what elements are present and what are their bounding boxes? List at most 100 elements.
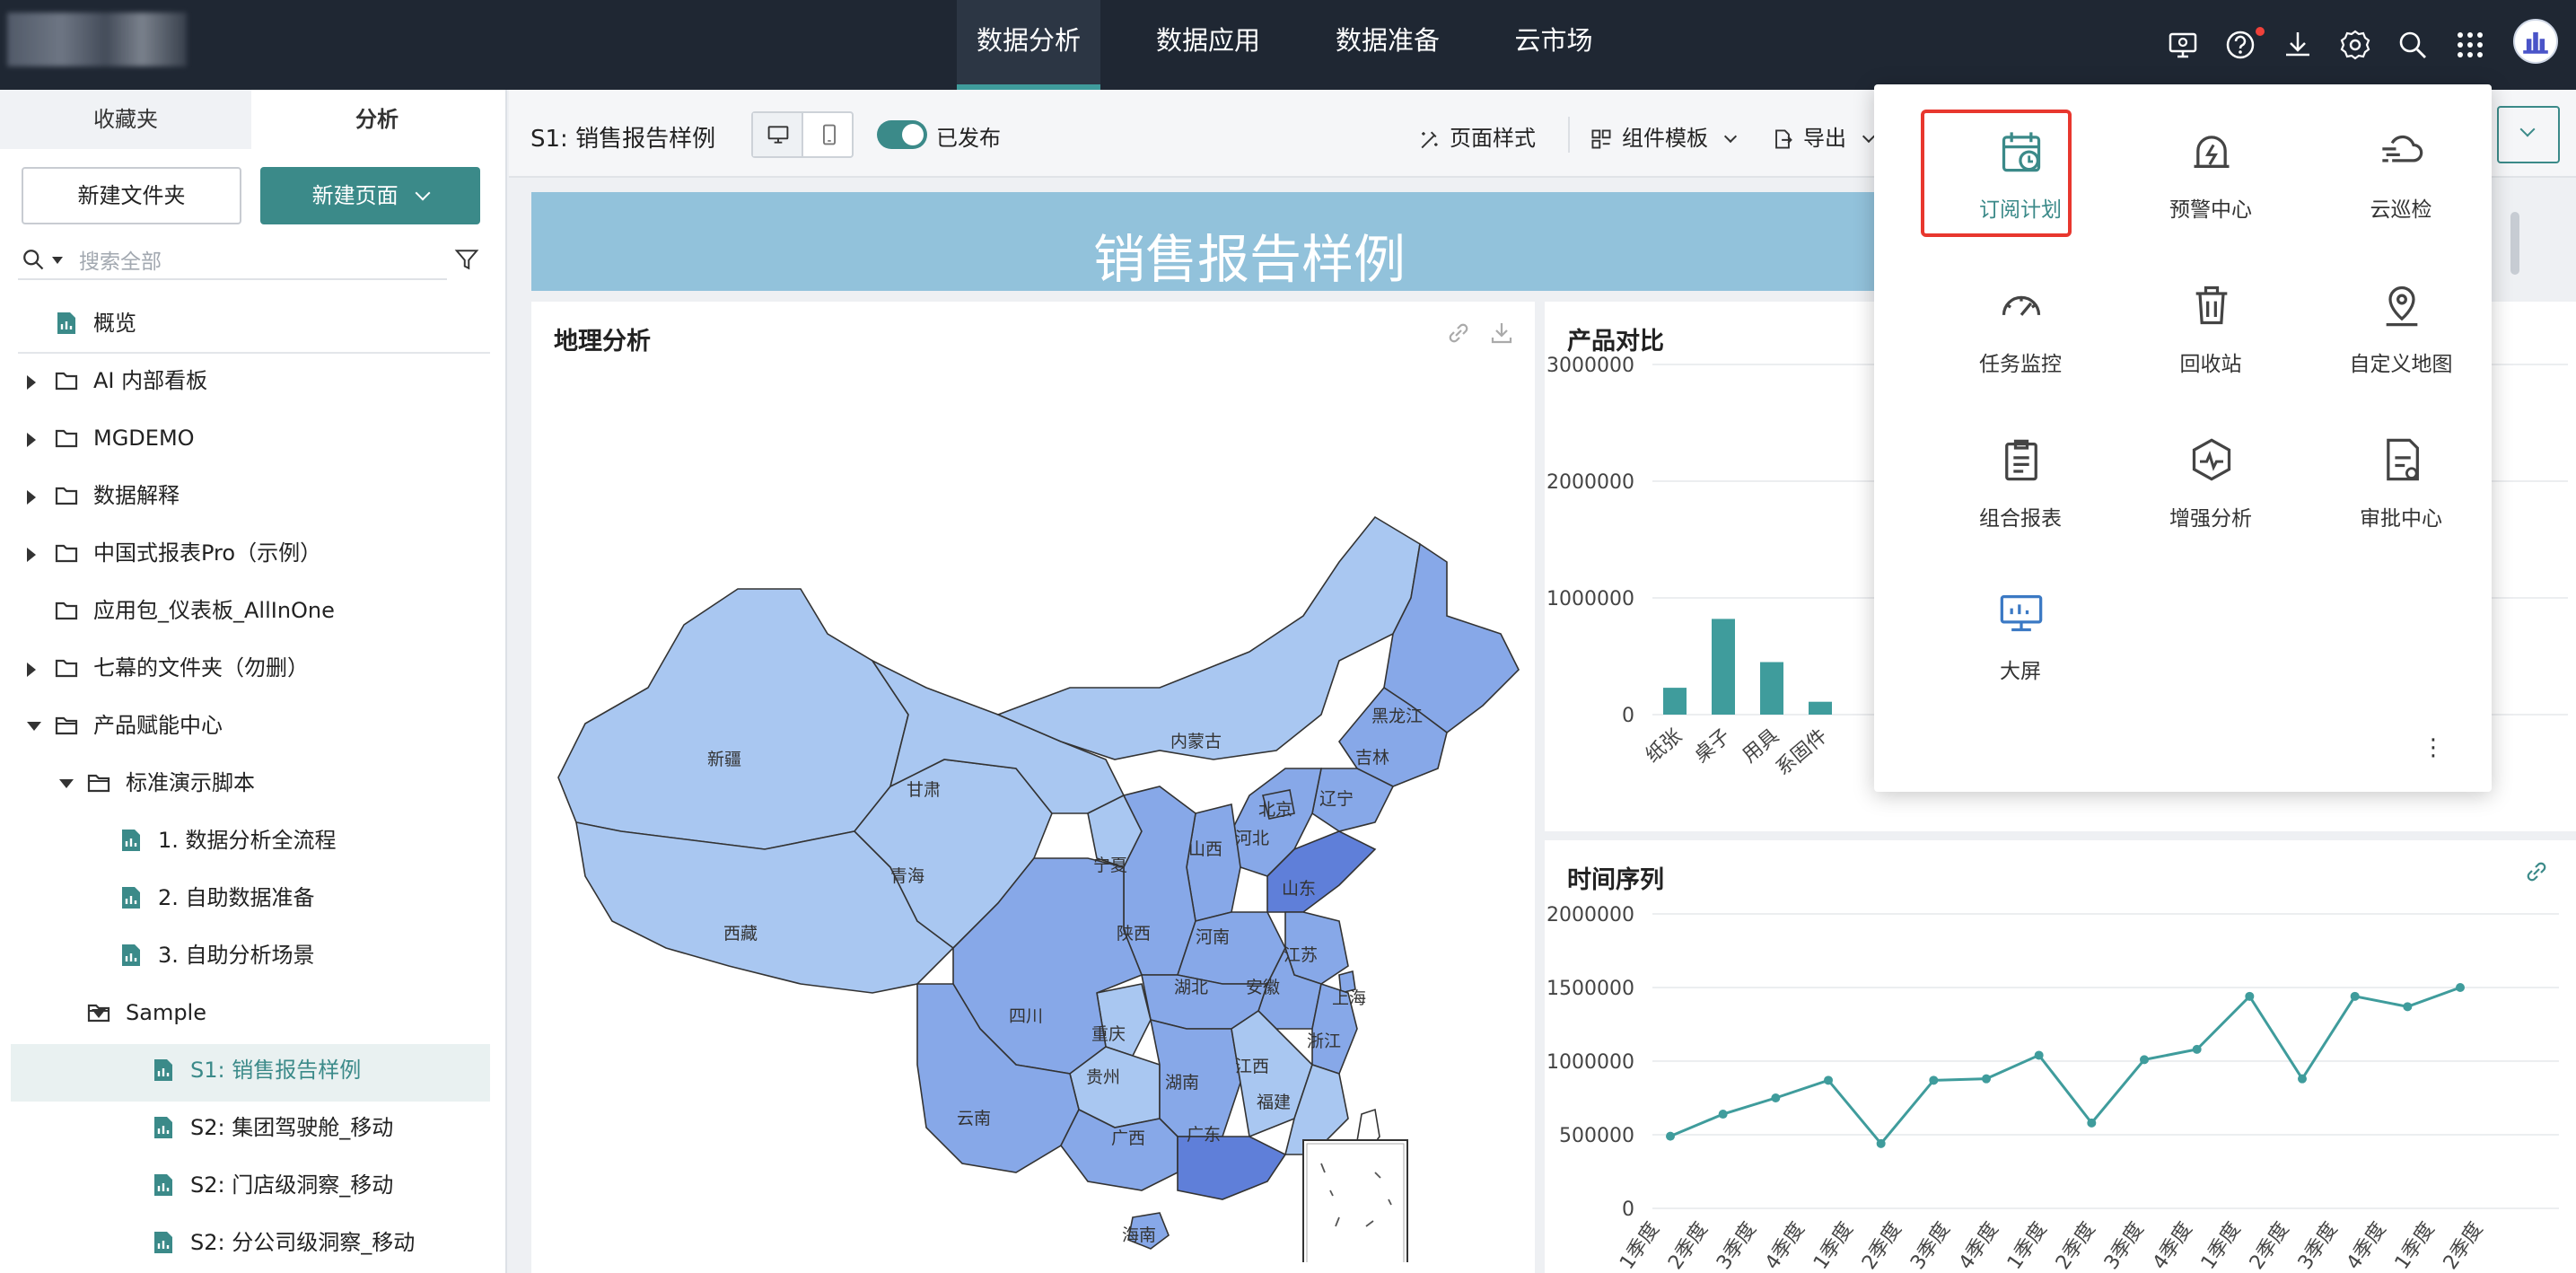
search-icon[interactable] — [2395, 27, 2431, 63]
popup-item[interactable]: 组合报表 — [1926, 411, 2115, 555]
publish-toggle[interactable] — [877, 120, 927, 149]
tree-item[interactable]: 3. 自助分析场景 — [0, 928, 503, 982]
desktop-view-button[interactable] — [753, 113, 803, 156]
nav-cloud-market[interactable]: 云市场 — [1495, 0, 1612, 90]
user-avatar[interactable] — [2513, 19, 2558, 64]
svg-text:贵州: 贵州 — [1086, 1067, 1120, 1087]
caret-right-icon[interactable] — [27, 548, 36, 562]
apps-grid-icon[interactable] — [2452, 27, 2488, 63]
tree-item[interactable]: S1: 销售报告样例 — [0, 1043, 503, 1097]
popup-item[interactable]: 云巡检 — [2307, 102, 2495, 246]
tab-analysis[interactable]: 分析 — [251, 90, 503, 149]
tree-item[interactable]: S2: 集团驾驶舱_移动 — [0, 1101, 503, 1154]
tree-item[interactable]: MGDEMO — [0, 411, 503, 465]
popup-item[interactable]: 回收站 — [2116, 257, 2305, 400]
svg-text:黑龙江: 黑龙江 — [1371, 707, 1423, 726]
tree-item[interactable]: 2. 自助数据准备 — [0, 871, 503, 925]
bar-mark — [1760, 662, 1783, 715]
search-bar[interactable]: 搜索全部 — [18, 239, 447, 280]
x-tick-label: 2季度 — [2440, 1218, 2488, 1273]
data-point — [2140, 1055, 2149, 1065]
mobile-view-icon[interactable] — [818, 123, 841, 146]
south-sea-inset — [1302, 1139, 1408, 1262]
tree-item[interactable]: 应用包_仪表板_AllInOne — [0, 584, 503, 637]
link-icon[interactable] — [1445, 320, 1472, 347]
tree-item[interactable]: S2: 门店级洞察_移动 — [0, 1158, 503, 1212]
monitor-gear-icon[interactable] — [2165, 27, 2201, 63]
top-bar: 数据分析 数据应用 数据准备 云市场 — [0, 0, 2576, 90]
region-shaanxi[interactable] — [1122, 786, 1196, 976]
report-page-icon — [57, 312, 75, 334]
caret-down-icon[interactable] — [59, 779, 74, 788]
tree-item[interactable]: 中国式报表Pro（示例） — [0, 526, 503, 580]
tree-item-label: 应用包_仪表板_AllInOne — [93, 598, 335, 623]
x-tick-label: 3季度 — [2100, 1218, 2149, 1273]
tree-item[interactable]: S2: 分公司级洞察_移动 — [0, 1216, 503, 1269]
region-guangdong[interactable] — [1177, 1136, 1287, 1200]
popup-item[interactable]: 预警中心 — [2116, 102, 2305, 246]
popup-item[interactable]: 审批中心 — [2307, 411, 2495, 555]
tree-item[interactable]: 标准演示脚本 — [0, 756, 503, 810]
caret-right-icon[interactable] — [27, 433, 36, 447]
popup-item-label: 云巡检 — [2370, 198, 2432, 222]
folder-icon — [55, 544, 78, 563]
more-options-icon[interactable]: ⋮ — [2422, 734, 2445, 761]
tree-item[interactable]: 七幕的文件夹（勿删） — [0, 641, 503, 695]
canvas-scrollbar[interactable] — [2510, 212, 2519, 275]
caret-right-icon[interactable] — [27, 490, 36, 505]
svg-text:陕西: 陕西 — [1117, 924, 1151, 944]
china-map[interactable]: 新疆 西藏 青海 甘肃 内蒙古 黑龙江 吉林 辽宁 北京 河北 山西 宁夏 山东… — [531, 364, 1535, 1262]
tree-item[interactable]: 产品赋能中心 — [0, 698, 503, 752]
export-button[interactable]: 导出 — [1771, 120, 1875, 152]
x-tick-label: 3季度 — [1713, 1218, 1761, 1273]
caret-down-icon[interactable] — [27, 722, 41, 731]
svg-text:云南: 云南 — [957, 1109, 991, 1128]
big-screen-icon — [2000, 595, 2043, 632]
new-page-button[interactable]: 新建页面 — [260, 167, 480, 224]
app-logo[interactable] — [7, 13, 187, 66]
folder-open-icon — [87, 774, 110, 793]
nav-data-application[interactable]: 数据应用 — [1136, 0, 1280, 90]
export-icon — [1775, 129, 1792, 149]
settings-icon[interactable] — [2337, 27, 2373, 63]
time-series-line-chart[interactable]: 05000001000000150000020000001季度 2季度 3季度 4季度… — [1545, 894, 2576, 1273]
tree-item[interactable]: 概览 — [0, 296, 503, 350]
help-icon[interactable] — [2222, 27, 2258, 63]
x-tick-label: 2季度 — [1664, 1218, 1713, 1273]
nav-data-analysis[interactable]: 数据分析 — [957, 0, 1100, 90]
caret-right-icon[interactable] — [27, 663, 36, 677]
tree-item[interactable]: Sample — [0, 986, 503, 1040]
report-page-icon — [154, 1117, 172, 1138]
page-style-button[interactable]: 页面样式 — [1417, 120, 1536, 152]
tree-item[interactable]: 数据解释 — [0, 469, 503, 522]
link-icon[interactable] — [2523, 858, 2550, 885]
tree-item-label: S2: 门店级洞察_移动 — [190, 1172, 394, 1198]
popup-item-label: 回收站 — [2179, 353, 2242, 376]
sidebar: 收藏夹 分析 新建文件夹 新建页面 搜索全部 概览 AI 内部看板 MGDEMO 数据… — [0, 90, 507, 1273]
popup-item[interactable]: 自定义地图 — [2307, 257, 2495, 400]
popup-item[interactable]: 增强分析 — [2116, 411, 2305, 555]
folder-icon — [55, 659, 78, 678]
popup-item[interactable]: 大屏 — [1926, 564, 2115, 707]
tree-item[interactable]: 1. 数据分析全流程 — [0, 813, 503, 867]
device-toggle[interactable] — [751, 111, 854, 158]
tree-item-label: 3. 自助分析场景 — [158, 943, 315, 968]
popup-item[interactable]: 任务监控 — [1926, 257, 2115, 400]
component-template-button[interactable]: 组件模板 — [1590, 120, 1737, 152]
tab-favorites[interactable]: 收藏夹 — [0, 90, 251, 149]
more-actions-dropdown[interactable] — [2497, 106, 2560, 163]
search-input[interactable]: 搜索全部 — [79, 244, 162, 275]
new-folder-button[interactable]: 新建文件夹 — [22, 167, 241, 224]
region-xinjiang[interactable] — [557, 588, 909, 850]
export-label: 导出 — [1803, 126, 1846, 151]
time-series-card: 时间序列 0 500000 1000000 1500000 2000000 1季度 2季度 3… — [1545, 840, 2576, 1273]
download-icon[interactable] — [1488, 320, 1515, 347]
nav-data-prep[interactable]: 数据准备 — [1316, 0, 1459, 90]
x-tick-label: 系固件 — [1772, 724, 1832, 780]
tree-item[interactable]: AI 内部看板 — [0, 354, 503, 408]
svg-text:广东: 广东 — [1187, 1125, 1221, 1145]
filter-icon[interactable] — [453, 246, 480, 273]
caret-right-icon[interactable] — [27, 375, 36, 390]
report-page-icon — [122, 944, 140, 966]
download-icon[interactable] — [2280, 27, 2316, 63]
